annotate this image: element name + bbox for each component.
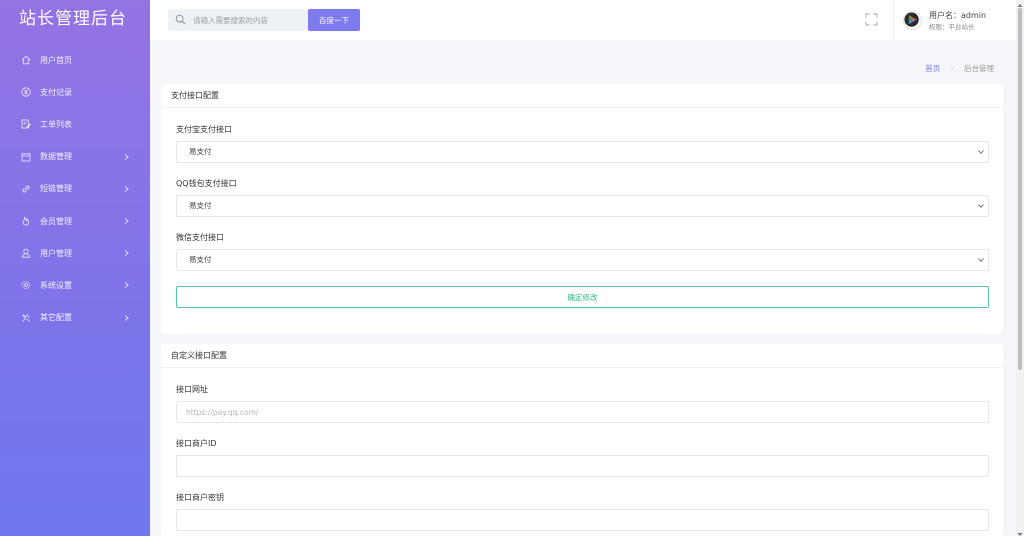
select-value: 易支付 — [189, 201, 212, 210]
sidebar-item-label: 工单列表 — [40, 119, 72, 129]
sidebar-item-home[interactable]: 用户首页 — [0, 44, 150, 76]
gear-icon — [21, 280, 31, 290]
merchant-id-field[interactable] — [176, 455, 989, 477]
sidebar-item-label: 会员管理 — [40, 216, 72, 226]
chevron-down-icon — [978, 204, 984, 208]
chevron-right-icon — [124, 186, 129, 192]
user-icon — [21, 248, 31, 258]
sidebar-item-other-config[interactable]: 其它配置 — [0, 302, 150, 334]
custom-config-card: 自定义接口配置 接口网址 接口商户ID 接口商户密钥 — [161, 344, 1003, 536]
topbar: 百度一下 用户名：admin 权限：平台站长 — [150, 0, 1016, 40]
edit-icon — [21, 119, 31, 129]
sidebar-item-members[interactable]: 会员管理 — [0, 205, 150, 237]
sidebar-item-label: 短链管理 — [40, 184, 72, 194]
fullscreen-icon[interactable] — [865, 13, 878, 26]
home-icon — [21, 55, 31, 65]
chevron-right-icon — [124, 282, 129, 289]
scroll-down-icon[interactable] — [1017, 530, 1023, 536]
chevron-right-icon — [124, 314, 129, 321]
chevron-down-icon — [978, 258, 984, 262]
user-menu[interactable]: 用户名：admin 权限：平台站长 — [893, 0, 1016, 40]
sidebar-item-data[interactable]: 数据管理 — [0, 141, 150, 173]
breadcrumb-current: 后台管理 — [964, 64, 994, 73]
link-icon — [21, 184, 31, 194]
merchant-key-field[interactable] — [176, 509, 989, 531]
qqwallet-label: QQ钱包支付接口 — [176, 179, 237, 188]
wechat-select[interactable]: 易支付 — [176, 249, 989, 271]
api-url-label: 接口网址 — [176, 385, 208, 394]
chevron-right-icon — [124, 153, 129, 160]
avatar — [903, 11, 922, 30]
sidebar-item-label: 数据管理 — [40, 152, 72, 162]
sidebar: 站长管理后台 用户首页 支付记录 工单列表 数据管理 短链管理 会员管理 用户管… — [0, 0, 150, 536]
sidebar-item-shortlinks[interactable]: 短链管理 — [0, 173, 150, 205]
fire-icon — [21, 216, 31, 226]
api-url-field[interactable] — [176, 401, 989, 423]
sidebar-item-label: 系统设置 — [40, 280, 72, 290]
search-box — [168, 9, 308, 31]
select-value: 易支付 — [189, 255, 212, 264]
alipay-label: 支付宝支付接口 — [176, 125, 232, 134]
chevron-right-icon — [124, 250, 129, 257]
calendar-icon — [21, 152, 31, 162]
breadcrumb: 首页 › 后台管理 — [925, 63, 994, 74]
wechat-label: 微信支付接口 — [176, 233, 224, 242]
search-input[interactable] — [193, 9, 305, 31]
sidebar-item-users[interactable]: 用户管理 — [0, 237, 150, 269]
page-scrollbar[interactable] — [1016, 0, 1024, 536]
merchant-id-label: 接口商户ID — [176, 439, 217, 448]
tools-icon — [21, 313, 31, 323]
card-title: 支付接口配置 — [161, 84, 1003, 108]
scroll-up-icon[interactable] — [1017, 1, 1023, 7]
card-title: 自定义接口配置 — [161, 344, 1003, 368]
merchant-key-label: 接口商户密钥 — [176, 493, 224, 502]
sidebar-item-tickets[interactable]: 工单列表 — [0, 108, 150, 140]
scroll-thumb[interactable] — [1018, 8, 1022, 370]
alipay-select[interactable]: 易支付 — [176, 141, 989, 163]
chevron-right-icon — [124, 218, 129, 224]
breadcrumb-home[interactable]: 首页 — [925, 64, 940, 73]
brand-title: 站长管理后台 — [19, 9, 127, 29]
payment-config-card: 支付接口配置 支付宝支付接口 易支付 QQ钱包支付接口 易支付 微信支付接口 易… — [161, 84, 1003, 334]
breadcrumb-separator: › — [950, 64, 954, 73]
search-icon — [175, 14, 186, 25]
sidebar-item-payments[interactable]: 支付记录 — [0, 76, 150, 108]
select-value: 易支付 — [189, 147, 212, 156]
sidebar-item-settings[interactable]: 系统设置 — [0, 269, 150, 301]
confirm-button[interactable]: 确定修改 — [176, 286, 989, 308]
chevron-down-icon — [978, 150, 984, 154]
sidebar-nav: 用户首页 支付记录 工单列表 数据管理 短链管理 会员管理 用户管理 系统设置 … — [0, 44, 150, 334]
sidebar-item-label: 用户首页 — [40, 55, 72, 65]
search-button[interactable]: 百度一下 — [308, 9, 360, 31]
sidebar-item-label: 用户管理 — [40, 248, 72, 258]
yen-icon — [21, 87, 31, 97]
sidebar-item-label: 支付记录 — [40, 87, 72, 97]
user-name: 用户名：admin — [929, 11, 987, 20]
sidebar-item-label: 其它配置 — [40, 313, 72, 323]
user-role: 权限：平台站长 — [929, 23, 975, 31]
qqwallet-select[interactable]: 易支付 — [176, 195, 989, 217]
